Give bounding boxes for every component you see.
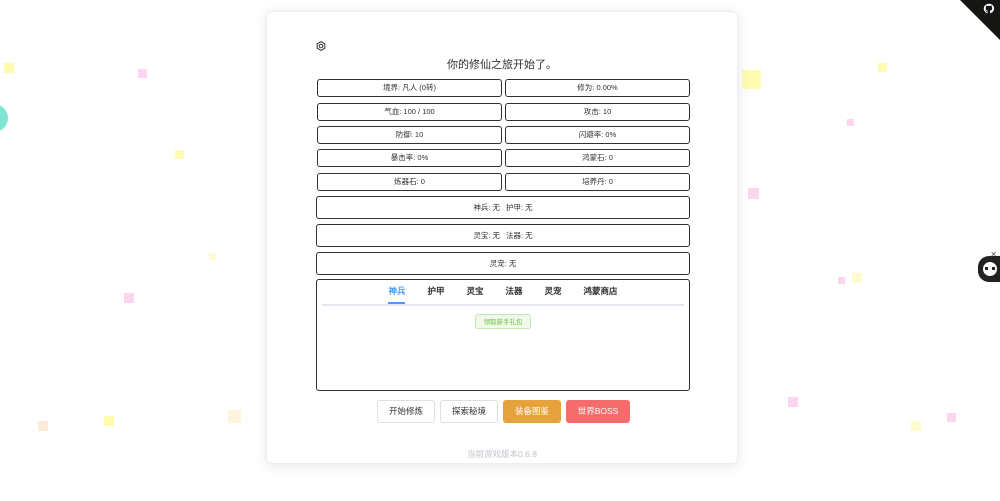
confetti (228, 410, 241, 423)
claim-gift-button[interactable]: 领取新手礼包 (475, 314, 531, 329)
confetti (4, 63, 14, 73)
confetti (748, 188, 759, 199)
log-title: 你的修仙之旅开始了。 (447, 59, 557, 71)
version-text: 当前游戏版本0.6.8 (467, 449, 537, 459)
world-boss-button[interactable]: 世界BOSS (566, 400, 630, 423)
stat-health: 气血: 100 / 100 (317, 103, 502, 121)
confetti (847, 119, 854, 126)
confetti (947, 413, 956, 422)
equipment-treasure: 灵宝: 无 (473, 231, 500, 240)
equipment-pet: 灵宠: 无 (316, 252, 690, 275)
tab-magic-tool[interactable]: 法器 (506, 280, 523, 302)
tab-pet[interactable]: 灵宠 (545, 280, 562, 302)
stat-cultivation: 修为: 0.00% (505, 79, 690, 97)
tabs-header: 神兵 护甲 灵宝 法器 灵宠 鸿蒙商店 (322, 280, 684, 306)
confetti (138, 69, 147, 78)
confetti (878, 63, 887, 72)
tab-weapon[interactable]: 神兵 (388, 280, 406, 304)
confetti (124, 293, 134, 303)
inventory-tabs: 神兵 护甲 灵宝 法器 灵宠 鸿蒙商店 领取新手礼包 (316, 279, 690, 391)
confetti (911, 421, 921, 431)
equipment-magic-tool: 法器: 无 (506, 231, 533, 240)
stat-defense: 防御: 10 (317, 126, 502, 144)
equipment-treasure-tool: 灵宝: 无法器: 无 (316, 224, 690, 247)
confetti (788, 397, 798, 407)
confetti (209, 253, 216, 260)
stat-attack: 攻击: 10 (505, 103, 690, 121)
game-panel: 你的修仙之旅开始了。 境界: 凡人 (0转) 修为: 0.00% 气血: 100… (266, 11, 738, 464)
confetti (852, 273, 862, 283)
equipment-weapon-armor: 神兵: 无护甲: 无 (316, 196, 690, 219)
tab-hongmeng-shop[interactable]: 鸿蒙商店 (584, 280, 618, 302)
equipment-gallery-button[interactable]: 装备图鉴 (503, 400, 561, 423)
explore-button[interactable]: 探索秘境 (440, 400, 498, 423)
stat-realm: 境界: 凡人 (0转) (317, 79, 502, 97)
stat-refine-stone: 炼器石: 0 (317, 173, 502, 191)
confetti (742, 70, 761, 89)
decorative-blob (0, 104, 8, 132)
equipment-pet-label: 灵宠: 无 (489, 259, 517, 268)
settings-icon[interactable] (316, 41, 326, 51)
start-cultivate-button[interactable]: 开始修炼 (377, 400, 435, 423)
equipment-weapon: 神兵: 无 (473, 203, 500, 212)
confetti (838, 277, 845, 284)
avatar-icon[interactable] (978, 256, 1000, 282)
equipment-armor: 护甲: 无 (506, 203, 533, 212)
github-corner-icon[interactable] (982, 2, 996, 19)
tab-armor[interactable]: 护甲 (427, 280, 444, 302)
stat-hongmeng-stone: 鸿蒙石: 0 (505, 149, 690, 167)
confetti (104, 416, 114, 426)
tab-treasure[interactable]: 灵宝 (466, 280, 483, 302)
confetti (175, 150, 184, 159)
stat-pill: 培养丹: 0 (505, 173, 690, 191)
confetti (38, 421, 48, 431)
stat-crit: 暴击率: 0% (317, 149, 502, 167)
stat-dodge: 闪避率: 0% (505, 126, 690, 144)
